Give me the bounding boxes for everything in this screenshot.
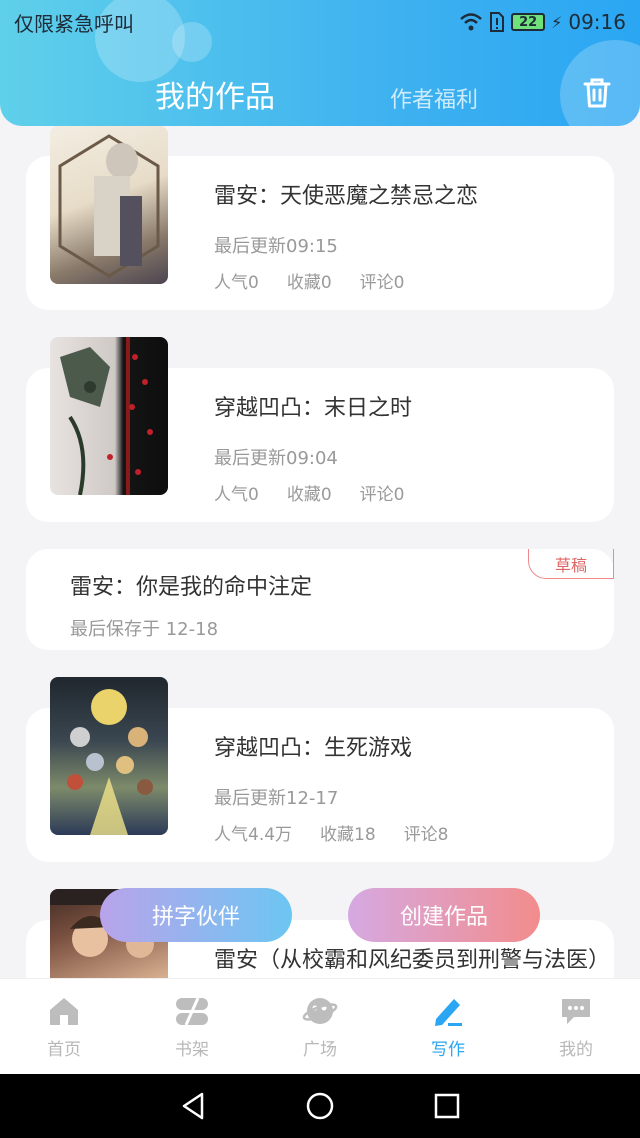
planet-icon	[302, 998, 338, 1024]
system-nav-bar	[0, 1074, 640, 1138]
cover-art	[67, 689, 153, 835]
stat-popularity: 人气0	[214, 485, 259, 505]
home-icon	[50, 998, 78, 1025]
work-title: 雷安：天使恶魔之禁忌之恋	[214, 184, 479, 209]
carrier-text: 仅限紧急呼叫	[14, 11, 134, 36]
work-cover[interactable]	[50, 337, 168, 495]
home-circle-icon[interactable]	[305, 1091, 335, 1121]
nav-bookshelf[interactable]: 书架	[128, 979, 256, 1074]
stat-favorites: 收藏0	[286, 485, 332, 505]
nav-label: 首页	[47, 1040, 81, 1060]
bookshelf-icon	[176, 997, 208, 1026]
stat-favorites: 收藏0	[286, 273, 332, 293]
back-icon[interactable]	[178, 1091, 208, 1121]
work-updated: 最后更新09:15	[214, 236, 338, 257]
nav-label: 书架	[175, 1040, 209, 1060]
nav-label: 写作	[431, 1040, 465, 1060]
nav-square[interactable]: 广场	[256, 979, 384, 1074]
recents-icon[interactable]	[432, 1091, 462, 1121]
trash-icon[interactable]	[580, 76, 614, 110]
work-title: 穿越凹凸：生死游戏	[214, 736, 413, 761]
cover-art	[58, 134, 160, 278]
work-updated: 最后更新12-17	[214, 788, 339, 809]
stat-popularity: 人气4.4万	[214, 825, 293, 845]
wifi-icon	[460, 13, 482, 31]
status-bar: 仅限紧急呼叫 22 ⚡ 09:16	[14, 8, 626, 36]
writing-partner-button[interactable]: 拼字伙伴	[100, 888, 292, 942]
nav-write[interactable]: 写作	[384, 979, 512, 1074]
nav-home[interactable]: 首页	[0, 979, 128, 1074]
chat-bubble-icon	[562, 999, 590, 1024]
work-cover[interactable]	[50, 677, 168, 835]
work-title: 穿越凹凸：末日之时	[214, 396, 413, 421]
stat-comments: 评论8	[403, 825, 449, 845]
draft-title: 雷安：你是我的命中注定	[70, 575, 313, 600]
create-work-button[interactable]: 创建作品	[348, 888, 540, 942]
top-header: 仅限紧急呼叫 22 ⚡ 09:16 我的作品 作者福利	[0, 0, 640, 126]
tab-my-works[interactable]: 我的作品	[155, 72, 275, 116]
nav-label: 我的	[559, 1040, 593, 1060]
bottom-nav: 首页 书架 广场 写作 我的	[0, 978, 640, 1074]
stat-favorites: 收藏18	[320, 825, 376, 845]
work-updated: 最后更新09:04	[214, 448, 338, 469]
nav-mine[interactable]: 我的	[512, 979, 640, 1074]
cover-art	[60, 337, 153, 495]
tab-author-benefits[interactable]: 作者福利	[390, 82, 478, 114]
draft-badge: 草稿	[528, 549, 614, 579]
work-cover[interactable]	[50, 126, 168, 284]
stat-comments: 评论0	[359, 273, 405, 293]
draft-saved: 最后保存于 12-18	[70, 619, 219, 640]
stat-popularity: 人气0	[214, 273, 259, 293]
draft-card[interactable]: 雷安：你是我的命中注定 最后保存于 12-18 草稿	[26, 549, 614, 650]
pen-icon	[435, 999, 462, 1026]
battery-indicator: 22	[511, 13, 546, 31]
sim-alert-icon	[490, 12, 505, 32]
nav-label: 广场	[303, 1040, 337, 1060]
charging-icon: ⚡	[551, 12, 563, 32]
stat-comments: 评论0	[359, 485, 405, 505]
clock: 09:16	[568, 10, 626, 34]
work-title: 雷安（从校霸和风纪委员到刑警与法医）	[214, 948, 611, 973]
